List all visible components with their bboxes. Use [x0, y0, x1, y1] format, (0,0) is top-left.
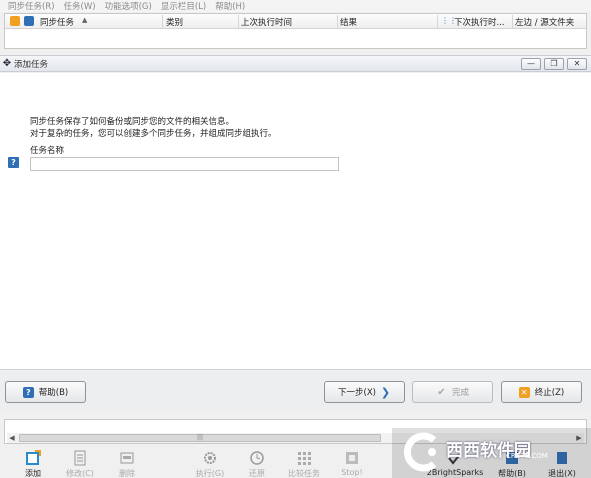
menu-sync-tasks[interactable]: 同步任务(R) — [8, 0, 55, 12]
col-task[interactable]: 同步任务 — [40, 16, 74, 28]
column-divider — [437, 15, 438, 28]
toolbar-delete[interactable]: 删除 — [109, 450, 145, 478]
next-button-label: 下一步(X) — [338, 388, 376, 398]
scroll-thumb[interactable]: ||| — [19, 434, 381, 442]
col-left-source[interactable]: 左边 / 源文件夹 — [515, 16, 574, 28]
arrow-right-icon: ❯ — [380, 385, 391, 399]
task-name-label: 任务名称 — [30, 146, 65, 156]
watermark-url: CR173.COM — [506, 452, 548, 460]
toolbar-add-label: 添加 — [25, 469, 41, 478]
toolbar-restore[interactable]: 还原 — [239, 450, 275, 478]
main-menubar: 同步任务(R) 任务(W) 功能选项(G) 显示栏目(L) 帮助(H) — [0, 0, 591, 12]
column-divider — [337, 15, 338, 28]
menu-help[interactable]: 帮助(H) — [215, 0, 245, 12]
toolbar-add[interactable]: 添加 — [15, 450, 51, 478]
sort-asc-icon: ▲ — [82, 16, 88, 24]
help-question-icon[interactable]: ? — [8, 157, 19, 168]
stop-square-icon — [346, 452, 358, 464]
menu-options[interactable]: 功能选项(G) — [105, 0, 152, 12]
column-divider — [238, 15, 239, 28]
clock-icon — [250, 451, 264, 465]
stop-button[interactable]: ✕ 终止(Z) — [501, 381, 582, 403]
toolbar-edit-label: 修改(C) — [66, 469, 94, 478]
gear-icon — [204, 452, 216, 464]
stop-icon[interactable] — [10, 16, 20, 26]
col-category[interactable]: 类别 — [166, 16, 183, 28]
restore-button[interactable]: ❐ — [544, 58, 564, 70]
toolbar-edit[interactable]: 修改(C) — [62, 450, 98, 478]
grid-compare-icon — [298, 452, 311, 465]
help-button-label: 帮助(B) — [38, 388, 69, 398]
watermark-logo — [403, 432, 437, 472]
toolbar-stop-label: Stop! — [341, 468, 363, 477]
menu-task[interactable]: 任务(W) — [64, 0, 96, 12]
col-last-run[interactable]: 上次执行时间 — [241, 16, 292, 28]
toolbar-stop[interactable]: Stop! — [334, 450, 370, 477]
task-name-input[interactable] — [30, 157, 339, 171]
next-button[interactable]: 下一步(X) ❯ — [324, 381, 405, 403]
close-button[interactable]: ✕ — [567, 58, 587, 70]
play-icon[interactable] — [24, 16, 34, 26]
task-list-header: 同步任务 ▲ 类别 上次执行时间 结果 ⋮⋮ 下次执行时... 左边 / 源文件… — [5, 14, 586, 29]
finish-button[interactable]: ✔ 完成 — [412, 381, 493, 403]
minimize-button[interactable]: — — [521, 58, 541, 70]
task-list[interactable]: 同步任务 ▲ 类别 上次执行时间 结果 ⋮⋮ 下次执行时... 左边 / 源文件… — [4, 13, 587, 49]
question-icon: ? — [22, 386, 34, 398]
toolbar-compare-label: 比较任务 — [288, 469, 320, 478]
dialog-titlebar: ✥ 添加任务 — ❐ ✕ — [0, 55, 591, 72]
toolbar-run-label: 执行(G) — [195, 469, 225, 478]
help-button[interactable]: ? 帮助(B) — [5, 381, 86, 403]
menu-columns[interactable]: 显示栏目(L) — [161, 0, 206, 12]
col-result[interactable]: 结果 — [340, 16, 357, 28]
finish-button-label: 完成 — [451, 388, 469, 398]
wrench-icon: ✥ — [2, 58, 12, 69]
scroll-left-icon[interactable]: ◀ — [7, 433, 17, 443]
toolbar-restore-label: 还原 — [249, 469, 265, 478]
toolbar-delete-label: 删除 — [119, 469, 135, 478]
delete-icon — [120, 452, 134, 464]
add-icon — [26, 450, 41, 465]
toolbar-compare[interactable]: 比较任务 — [286, 450, 322, 478]
stop-button-label: 终止(Z) — [534, 388, 565, 398]
check-icon: ✔ — [437, 386, 446, 398]
toolbar-run[interactable]: 执行(G) — [192, 450, 228, 478]
info-text-1: 同步任务保存了如何备份或同步您的文件的相关信息。 — [30, 117, 235, 127]
x-icon: ✕ — [518, 386, 530, 398]
column-divider — [162, 15, 163, 28]
info-text-2: 对于复杂的任务，您可以创建多个同步任务，并组成同步组执行。 — [30, 129, 277, 139]
dialog-title: 添加任务 — [14, 59, 49, 70]
col-next-run[interactable]: 下次执行时... — [454, 16, 505, 28]
edit-icon — [74, 450, 86, 466]
dialog-button-bar: ? 帮助(B) 下一步(X) ❯ ✔ 完成 ✕ 终止(Z) — [0, 369, 591, 411]
column-divider — [512, 15, 513, 28]
